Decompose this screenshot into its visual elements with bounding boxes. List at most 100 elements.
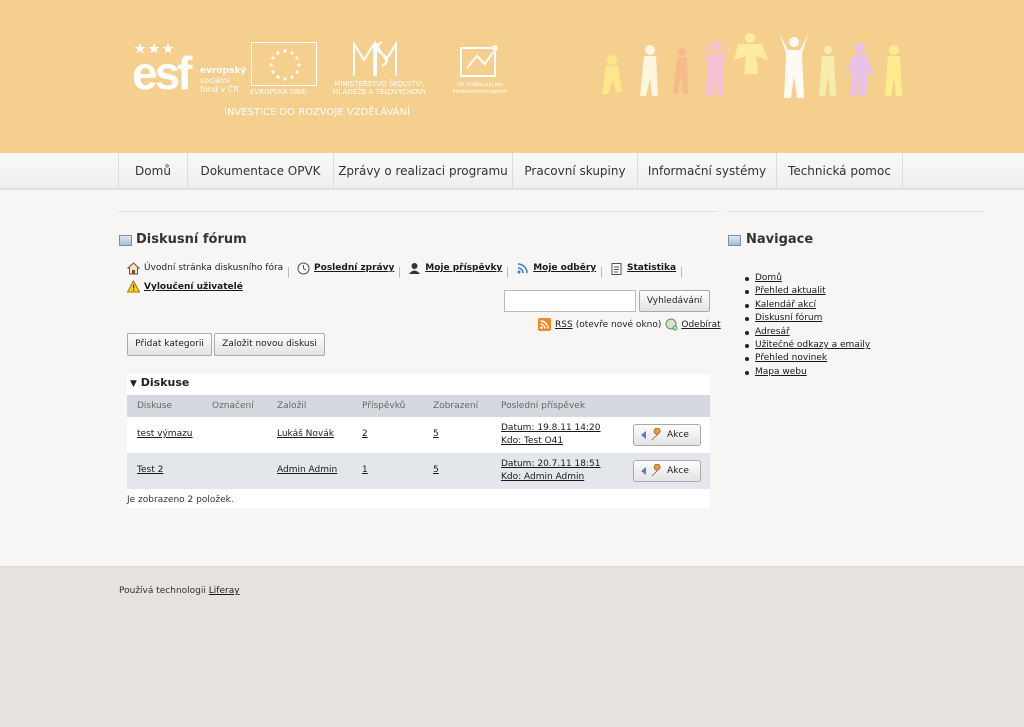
msmt-mark-icon	[353, 40, 397, 76]
collapse-triangle-icon: ▼	[130, 379, 137, 389]
sidebar-link-forum[interactable]: Diskusní fórum	[755, 313, 822, 323]
site-header: esf evropský sociální fond v ČR EVROPSKÁ…	[0, 0, 1024, 153]
esf-wordmark: esf	[132, 47, 193, 99]
search-input[interactable]	[504, 290, 636, 312]
nav-item-technicka-pomoc[interactable]: Technická pomoc	[777, 153, 903, 189]
sidebar-nav: Domů Přehled aktualit Kalendář akcí Disk…	[745, 272, 870, 379]
actions-label: Akce	[667, 466, 689, 476]
toolbar-subscriptions[interactable]: Moje odběry	[516, 261, 596, 275]
views-count-link[interactable]: 5	[433, 465, 439, 475]
column-header[interactable]: Příspěvků	[362, 395, 405, 417]
sidebar-link-aktuality[interactable]: Přehled aktualit	[755, 286, 826, 296]
nav-item-domu[interactable]: Domů	[119, 153, 188, 189]
navigation-title: Navigace	[746, 232, 814, 247]
column-header[interactable]: Označení	[212, 395, 254, 417]
sidebar-link-novinky[interactable]: Přehled novinek	[755, 353, 827, 363]
warning-icon	[127, 280, 140, 293]
divider	[727, 211, 983, 212]
posts-count-link[interactable]: 1	[362, 465, 368, 475]
sidebar-link-kalendar[interactable]: Kalendář akcí	[755, 300, 816, 310]
nav-item-informacni-systemy[interactable]: Informační systémy	[638, 153, 777, 189]
last-post-author-link[interactable]: Kdo: Test O41	[501, 436, 563, 446]
discussion-link[interactable]: test výmazu	[137, 429, 193, 439]
eu-stars-icon	[269, 49, 301, 81]
separator	[288, 266, 290, 278]
actions-button[interactable]: Akce	[633, 460, 701, 482]
rss-note: (otevře nové okno)	[575, 319, 662, 330]
separator	[681, 266, 683, 278]
last-post-date-link[interactable]: Datum: 19.8.11 14:20	[501, 423, 601, 433]
views-count-link[interactable]: 5	[433, 429, 439, 439]
sidebar-item: Adresář	[745, 326, 870, 339]
esf-text: evropský sociální fond v ČR	[200, 66, 246, 95]
toolbar-subscriptions-link[interactable]: Moje odběry	[533, 261, 596, 275]
column-header[interactable]: Diskuse	[137, 395, 172, 417]
toolbar-banned-link[interactable]: Vyloučení uživatelé	[144, 280, 243, 294]
author-link[interactable]: Lukáš Novák	[277, 429, 334, 439]
sidebar-item: Přehled aktualit	[745, 285, 870, 298]
author-link[interactable]: Admin Admin	[277, 465, 337, 475]
clipboard-icon	[611, 262, 622, 275]
rss-icon	[538, 318, 551, 331]
feed-icon	[517, 262, 528, 273]
sidebar-link-domu[interactable]: Domů	[755, 273, 782, 283]
liferay-link[interactable]: Liferay	[209, 586, 240, 596]
separator	[601, 266, 603, 278]
clock-icon	[297, 262, 310, 274]
toolbar-my-posts[interactable]: Moje příspěvky	[408, 261, 502, 275]
actions-button[interactable]: Akce	[633, 424, 701, 446]
toolbar-statistics[interactable]: Statistika	[610, 261, 676, 275]
forum-portlet-icon	[119, 235, 132, 246]
toolbar-home[interactable]: Úvodní stránka diskusního fóra	[127, 261, 283, 275]
last-post-author-link[interactable]: Kdo: Admin Admin	[501, 472, 584, 482]
esf-logo: esf evropský sociální fond v ČR	[132, 40, 247, 100]
nav-item-pracovni-skupiny[interactable]: Pracovní skupiny	[513, 153, 638, 189]
user-icon	[409, 262, 421, 274]
search-button[interactable]: Vyhledávání	[639, 290, 710, 312]
home-icon	[127, 261, 140, 274]
toolbar-recent[interactable]: Poslední zprávy	[297, 261, 394, 275]
toolbar-statistics-link[interactable]: Statistika	[627, 261, 676, 275]
sidebar-link-mapa[interactable]: Mapa webu	[755, 367, 807, 377]
toolbar-banned[interactable]: Vyloučení uživatelé	[127, 280, 243, 294]
esf-line3: fond v ČR	[200, 85, 239, 94]
add-category-button[interactable]: Přidat kategorii	[127, 333, 212, 356]
discussions-title: Diskuse	[140, 376, 190, 389]
header-tagline: INVESTICE DO ROZVOJE VZDĚLÁVÁNÍ	[224, 107, 411, 118]
rss-link[interactable]: RSS	[555, 320, 573, 330]
sidebar-item: Mapa webu	[745, 366, 870, 379]
toolbar-recent-link[interactable]: Poslední zprávy	[314, 261, 394, 275]
sidebar-item: Domů	[745, 272, 870, 285]
column-header[interactable]: Poslední příspěvek	[501, 395, 585, 417]
toolbar-my-posts-link[interactable]: Moje příspěvky	[425, 261, 502, 275]
people-silhouettes-image	[598, 33, 910, 140]
new-discussion-button[interactable]: Založit novou diskusi	[214, 333, 325, 356]
nav-item-zpravy[interactable]: Zprávy o realizaci programu	[334, 153, 513, 189]
discussions-toggle[interactable]: ▼ Diskuse	[130, 376, 189, 389]
footer-text: Používá technologii Liferay	[119, 586, 240, 596]
sidebar-link-odkazy[interactable]: Užitečné odkazy a emaily	[755, 340, 870, 350]
last-post-date-link[interactable]: Datum: 20.7.11 18:51	[501, 459, 601, 469]
subscribe-icon	[665, 318, 678, 331]
main-navigation: Domů Dokumentace OPVK Zprávy o realizaci…	[0, 153, 1024, 189]
discussions-table: Diskuse Označení Založil Příspěvků Zobra…	[127, 395, 710, 489]
nav-item-dokumentace[interactable]: Dokumentace OPVK	[188, 153, 334, 189]
table-header: Diskuse Označení Založil Příspěvků Zobra…	[127, 395, 710, 417]
items-count: Je zobrazeno 2 položek.	[127, 495, 234, 505]
esf-line2: sociální	[200, 76, 231, 85]
navigation-portlet-icon	[728, 235, 741, 246]
nav-list: Domů Dokumentace OPVK Zprávy o realizaci…	[118, 153, 903, 189]
sidebar-item: Kalendář akcí	[745, 299, 870, 312]
actions-label: Akce	[667, 430, 689, 440]
discussion-link[interactable]: Test 2	[137, 465, 163, 475]
forum-title: Diskusní fórum	[136, 232, 247, 247]
dropdown-arrow-icon	[641, 467, 646, 475]
sidebar-link-adresar[interactable]: Adresář	[755, 327, 790, 337]
column-header[interactable]: Založil	[277, 395, 306, 417]
posts-count-link[interactable]: 2	[362, 429, 368, 439]
toolbar-home-label: Úvodní stránka diskusního fóra	[144, 263, 284, 273]
subscribe-link[interactable]: Odebírat	[681, 320, 720, 330]
wrench-icon	[651, 464, 661, 477]
column-header[interactable]: Zobrazení	[433, 395, 478, 417]
separator	[399, 266, 401, 278]
